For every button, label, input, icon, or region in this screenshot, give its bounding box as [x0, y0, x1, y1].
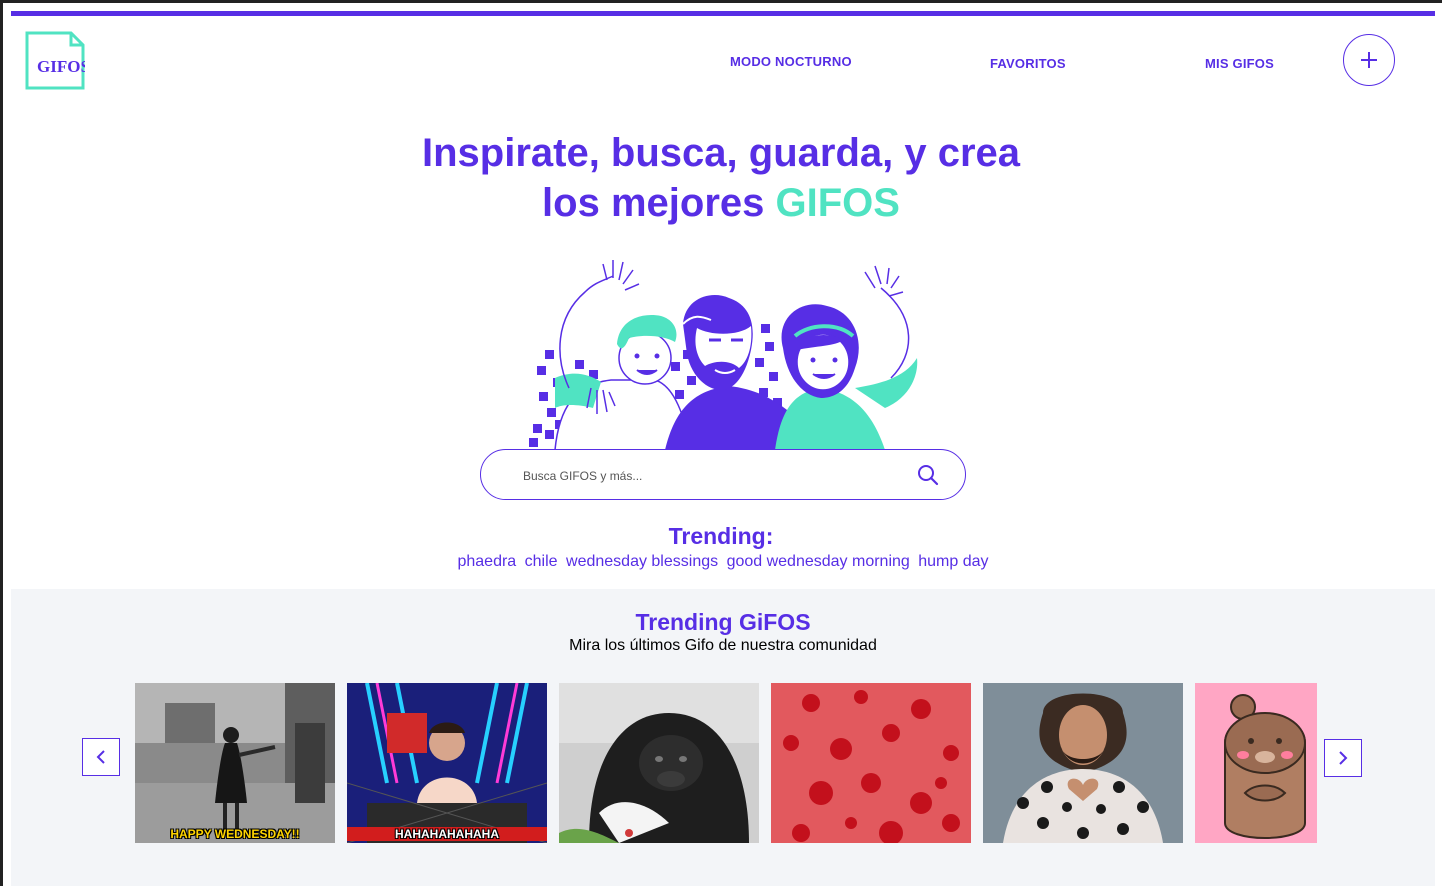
- trending-tag[interactable]: wednesday blessings: [566, 553, 718, 570]
- gif-image: [347, 683, 547, 843]
- trending-gifos-section: Trending GiFOS Mira los últimos Gifo de …: [11, 589, 1435, 886]
- gif-image: [771, 683, 971, 843]
- gif-caption: HAHAHAHAHAHA: [347, 827, 547, 841]
- gif-image: [1195, 683, 1317, 843]
- nav-my-gifos[interactable]: MIS GIFOS: [1205, 56, 1274, 71]
- create-gifo-button[interactable]: [1343, 34, 1395, 86]
- search-icon[interactable]: [917, 464, 939, 486]
- carousel-next-button[interactable]: [1324, 739, 1362, 777]
- gifos-logo[interactable]: GIFOS: [25, 31, 85, 90]
- gif-image: [983, 683, 1183, 843]
- window-border-top: [0, 0, 1442, 3]
- gif-card[interactable]: [559, 683, 759, 843]
- chevron-left-icon: [96, 750, 105, 764]
- search-input[interactable]: [521, 463, 905, 489]
- plus-icon: [1361, 52, 1377, 68]
- gif-card[interactable]: HAHAHAHAHAHA: [347, 683, 547, 843]
- top-accent-bar: [11, 11, 1435, 16]
- gif-card[interactable]: [983, 683, 1183, 843]
- trending-tags: phaedra chile wednesday blessings good w…: [0, 553, 1442, 571]
- gif-caption: HAPPY WEDNESDAY!!: [170, 827, 300, 841]
- trending-tag[interactable]: good wednesday morning: [727, 553, 910, 570]
- search-bar: [480, 449, 966, 500]
- trending-label: Trending:: [668, 523, 774, 549]
- trending-tag[interactable]: hump day: [918, 553, 988, 570]
- hero-title-line2: los mejores GIFOS: [300, 178, 1142, 228]
- hero-title-prefix: los mejores: [542, 181, 776, 225]
- logo-text: GIFOS: [37, 57, 85, 76]
- trending-gifos-title: Trending GiFOS: [635, 609, 811, 635]
- gif-card[interactable]: [771, 683, 971, 843]
- gif-card[interactable]: [1195, 683, 1317, 843]
- window-border-left: [0, 0, 3, 886]
- gif-carousel: HAPPY WEDNESDAY!! HAHAHAHAHAHA: [135, 683, 1317, 843]
- chevron-right-icon: [1339, 751, 1348, 765]
- gif-card[interactable]: HAPPY WEDNESDAY!!: [135, 683, 335, 843]
- gif-image: [559, 683, 759, 843]
- gif-image: [135, 683, 335, 843]
- trending-gifos-subtitle: Mira los últimos Gifo de nuestra comunid…: [569, 637, 877, 654]
- hero-title-line1: Inspirate, busca, guarda, y crea: [421, 131, 1021, 175]
- carousel-prev-button[interactable]: [82, 738, 120, 776]
- hero-title: Inspirate, busca, guarda, y crea los mej…: [300, 128, 1142, 228]
- trending-tag[interactable]: chile: [525, 553, 558, 570]
- hero-title-accent: GIFOS: [775, 181, 900, 225]
- nav-favorites[interactable]: FAVORITOS: [990, 56, 1066, 71]
- hero-illustration: [525, 258, 925, 451]
- nav-night-mode[interactable]: MODO NOCTURNO: [730, 54, 852, 69]
- trending-tag[interactable]: phaedra: [457, 553, 516, 570]
